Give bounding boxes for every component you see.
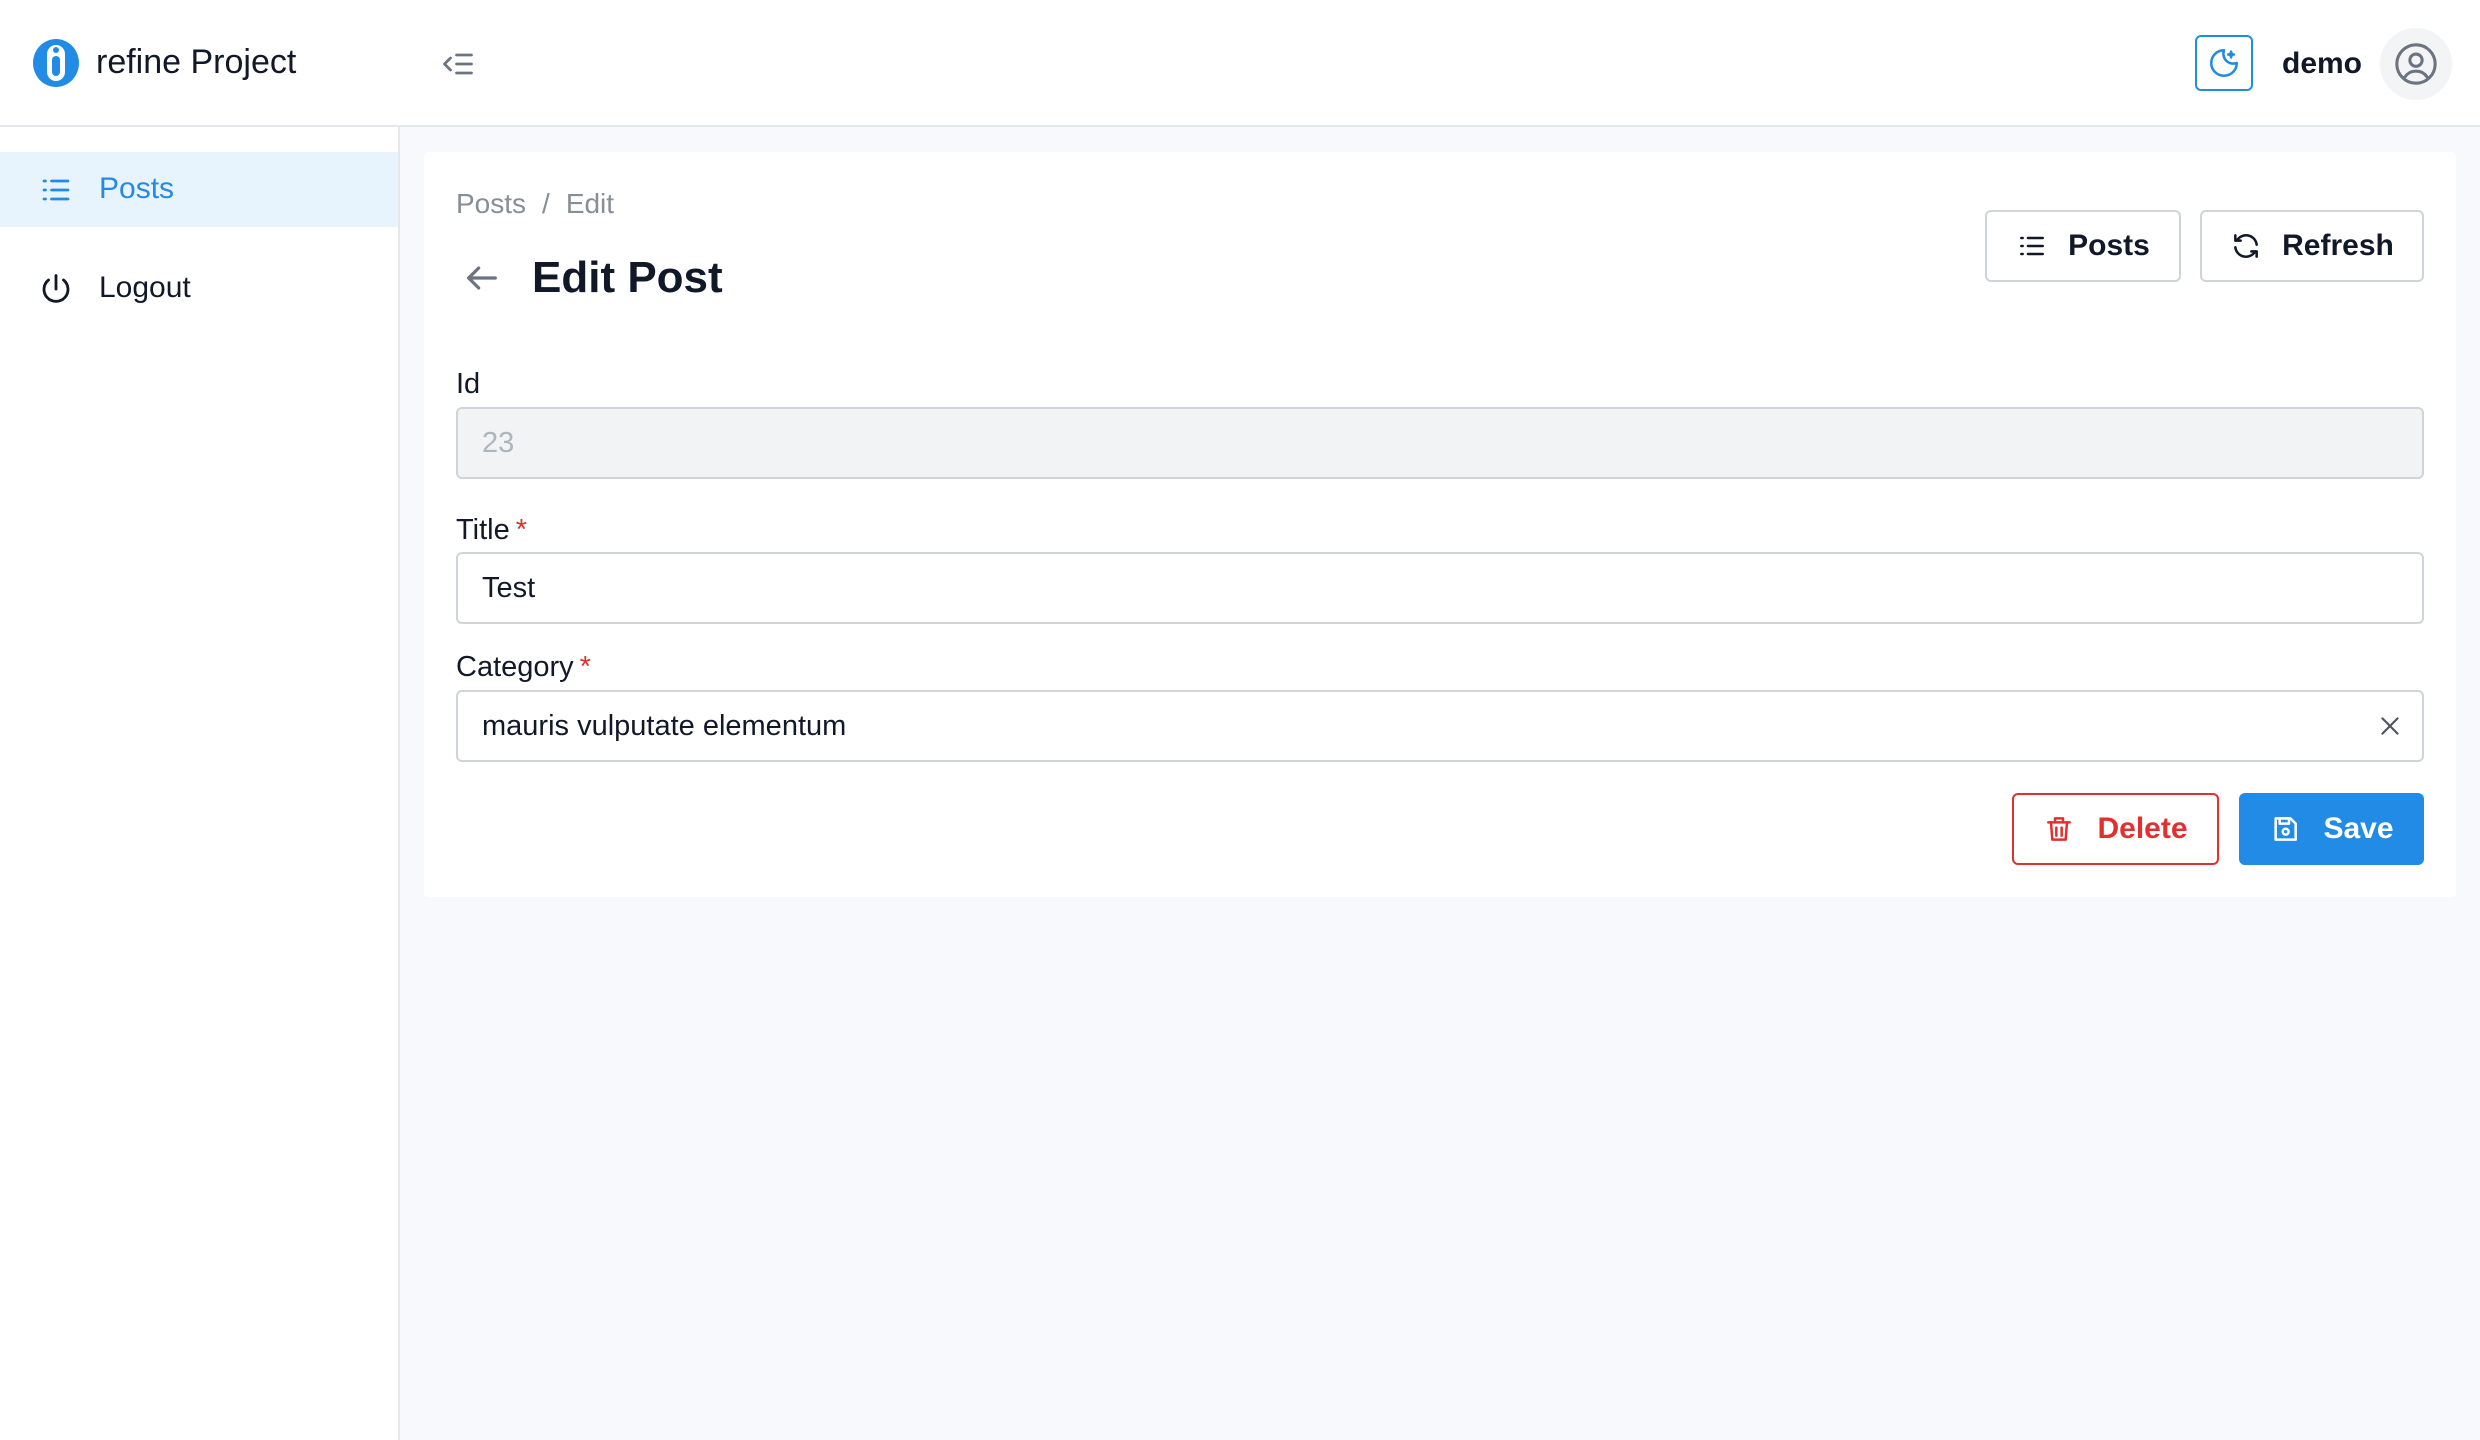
title-field-label: Title * [456,512,527,548]
required-mark: * [579,651,591,683]
arrow-left-icon [467,266,497,290]
sidebar-item-label: Logout [99,271,191,304]
power-icon [42,274,70,303]
back-button[interactable] [460,256,504,300]
category-label-text: Category [456,651,574,683]
save-icon [2274,817,2298,841]
refresh-icon [2234,234,2259,258]
close-icon [2381,717,2399,735]
edit-post-card: Posts / Edit Edit Post Posts Refresh Id … [424,152,2456,897]
sidebar-item-posts[interactable]: Posts [0,152,398,227]
theme-toggle-button[interactable] [2195,35,2253,91]
sidebar-item-logout[interactable]: Logout [0,251,398,326]
delete-button[interactable]: Delete [2012,793,2219,865]
id-label-text: Id [456,368,481,400]
posts-list-button[interactable]: Posts [1985,210,2181,282]
refine-logo-icon [33,39,79,87]
title-label-text: Title [456,514,510,546]
user-circle-icon [2395,43,2437,85]
required-mark: * [515,514,528,546]
breadcrumb-separator: / [542,188,550,219]
moon-icon [2209,48,2239,78]
list-icon [42,179,70,201]
username: demo [2282,47,2363,80]
sidebar: Posts Logout [0,127,400,1440]
title-field[interactable] [456,552,2424,624]
id-field-label: Id [456,366,480,402]
posts-list-button-label: Posts [2068,229,2150,262]
category-select[interactable] [456,690,2424,762]
breadcrumb-posts-link[interactable]: Posts [456,186,526,222]
sidebar-item-label: Posts [99,172,175,205]
delete-button-label: Delete [2097,812,2188,845]
category-select-input[interactable] [456,690,2424,762]
save-button-label: Save [2323,812,2394,845]
avatar[interactable] [2380,28,2452,100]
clear-selection-button[interactable] [2372,708,2408,744]
app-title: refine Project [96,43,297,81]
id-field [456,407,2424,479]
trash-icon [2047,817,2072,841]
refresh-button-label: Refresh [2282,229,2394,262]
collapse-menu-icon [443,53,473,75]
refresh-button[interactable]: Refresh [2200,210,2424,282]
breadcrumb: Posts / Edit [456,186,614,222]
sidebar-collapse-button[interactable] [436,42,480,86]
save-button[interactable]: Save [2239,793,2424,865]
breadcrumb-current: Edit [565,188,615,219]
list-icon [2020,236,2045,256]
category-field-label: Category * [456,649,591,685]
app-header: refine Project demo [0,0,2480,127]
page-title: Edit Post [532,253,723,302]
